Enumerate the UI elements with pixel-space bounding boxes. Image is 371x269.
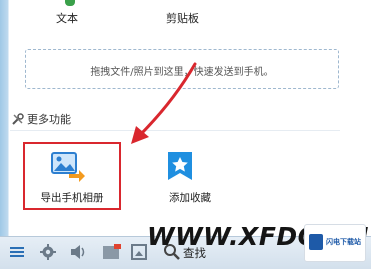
add-favorite-button[interactable]: 添加收藏 xyxy=(140,142,240,210)
text-icon[interactable] xyxy=(65,0,75,6)
photo-icon[interactable] xyxy=(102,243,122,263)
annotation-arrow xyxy=(131,62,197,144)
volume-icon[interactable] xyxy=(69,243,89,263)
text-item-label[interactable]: 文本 xyxy=(56,10,78,26)
add-favorite-label: 添加收藏 xyxy=(169,192,211,204)
clipboard-item-label[interactable]: 剪贴板 xyxy=(166,10,199,26)
star-bookmark-icon xyxy=(166,150,194,186)
photo-export-icon xyxy=(51,152,85,186)
menu-icon[interactable] xyxy=(8,243,26,263)
export-phone-album-button[interactable]: 导出手机相册 xyxy=(23,142,121,210)
watermark-badge-text: 闪电下载站 xyxy=(326,238,361,246)
more-features-title: 更多功能 xyxy=(27,113,71,126)
screenshot-icon[interactable] xyxy=(130,243,148,263)
watermark-badge: 闪电下载站 xyxy=(304,224,366,262)
more-features-heading: 更多功能 xyxy=(12,111,71,127)
tools-icon xyxy=(12,113,24,125)
site-logo-icon xyxy=(309,234,323,250)
gear-icon[interactable] xyxy=(39,243,57,263)
export-album-label: 导出手机相册 xyxy=(40,192,104,204)
